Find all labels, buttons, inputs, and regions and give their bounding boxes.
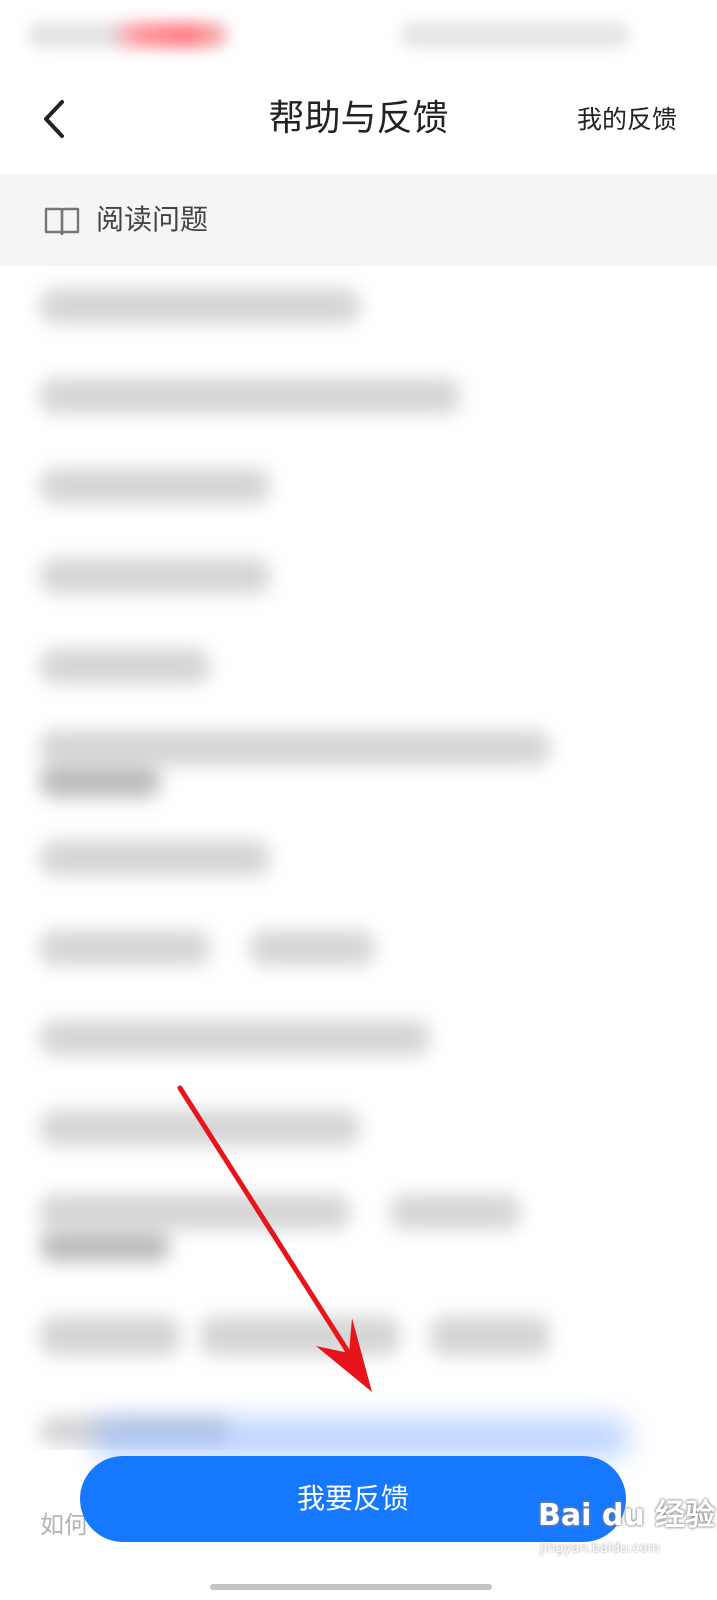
button-glow bbox=[90, 1418, 630, 1458]
list-item[interactable] bbox=[0, 996, 717, 1086]
section-header: 阅读问题 bbox=[0, 174, 717, 266]
submit-feedback-label: 我要反馈 bbox=[296, 1482, 409, 1515]
list-item[interactable] bbox=[0, 906, 717, 996]
list-item[interactable] bbox=[0, 446, 717, 536]
home-indicator bbox=[210, 1584, 492, 1590]
watermark-logo: Bai du 经验 bbox=[538, 1498, 716, 1533]
section-title: 阅读问题 bbox=[96, 203, 209, 236]
hint-text: 如何 bbox=[40, 1511, 88, 1539]
back-button[interactable] bbox=[30, 94, 80, 144]
question-list bbox=[0, 266, 717, 1456]
watermark: Bai du 经验 jingyan.baidu.com bbox=[538, 1494, 715, 1578]
nav-bar: 帮助与反馈 我的反馈 bbox=[0, 64, 717, 174]
list-item[interactable] bbox=[0, 356, 717, 446]
my-feedback-link[interactable]: 我的反馈 bbox=[577, 102, 677, 138]
watermark-subtitle: jingyan.baidu.com bbox=[540, 1541, 660, 1556]
list-item[interactable] bbox=[0, 1166, 717, 1286]
book-open-icon bbox=[44, 207, 80, 236]
status-bar bbox=[0, 0, 717, 64]
status-bar-left bbox=[28, 22, 228, 48]
list-item[interactable] bbox=[0, 266, 717, 356]
list-item[interactable] bbox=[0, 1286, 717, 1386]
list-item[interactable] bbox=[0, 816, 717, 906]
list-item[interactable] bbox=[0, 626, 717, 716]
chevron-left-icon bbox=[44, 100, 64, 138]
list-item[interactable] bbox=[0, 1086, 717, 1176]
list-item[interactable] bbox=[0, 706, 717, 816]
list-item[interactable] bbox=[0, 536, 717, 626]
status-bar-right bbox=[400, 22, 630, 48]
